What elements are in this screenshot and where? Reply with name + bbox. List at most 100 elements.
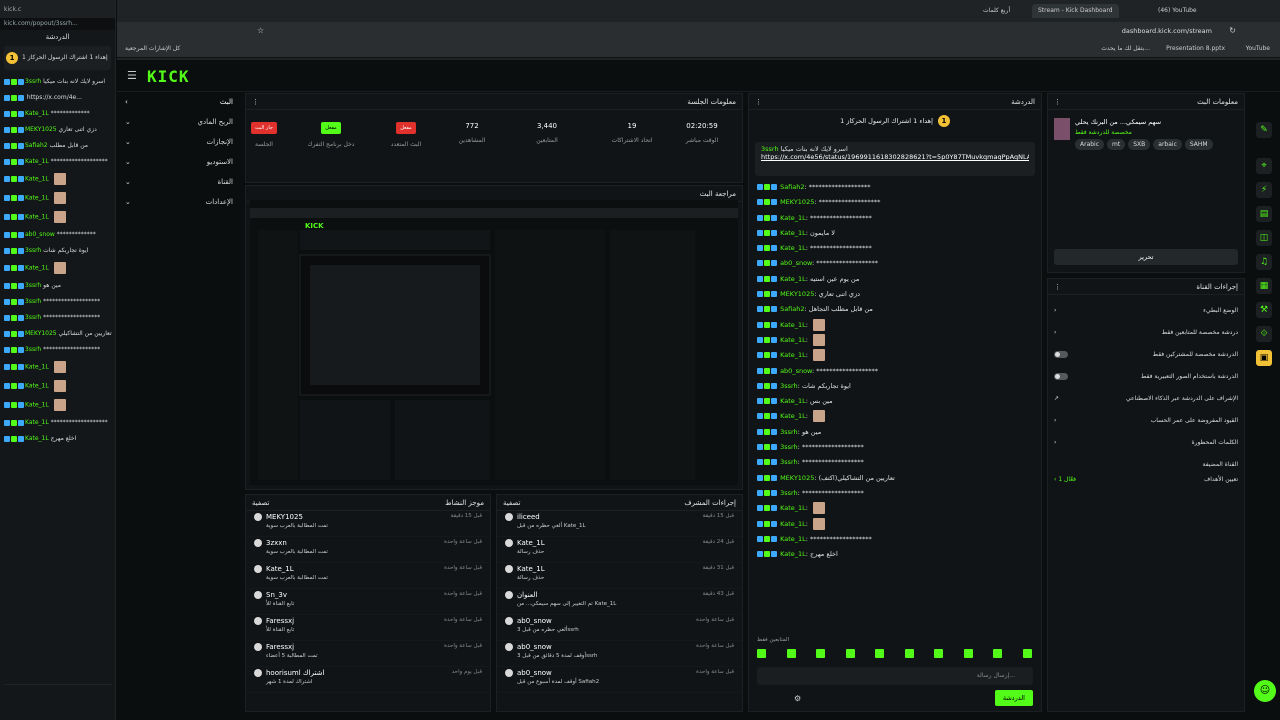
- mod-row[interactable]: Kate_1L حذف رسالة قبل 31 دقيقة: [497, 563, 742, 589]
- chat-pinned-gift[interactable]: إهداء 1 اشتراك الرسول الحركاز 11: [749, 110, 1041, 132]
- bookmarks-folder[interactable]: كل الإشارات المرجعية: [125, 45, 180, 52]
- mod-row[interactable]: ab0_snow ألغي حظره من قبل 3ssrh قبل ساعة و…: [497, 615, 742, 641]
- bolt-icon[interactable]: ⚡: [1256, 182, 1272, 198]
- support-chat-icon[interactable]: ☺: [1254, 680, 1276, 702]
- wrench-icon[interactable]: ⚒: [1256, 302, 1272, 318]
- chat-message[interactable]: 3ssrh: مين هو: [749, 425, 1041, 440]
- emote-icon[interactable]: [993, 649, 1003, 658]
- chat-message[interactable]: Kate_1L: *******************: [749, 211, 1041, 226]
- emote-icon[interactable]: [1022, 649, 1032, 658]
- emote-icon[interactable]: [845, 649, 855, 658]
- chat-pinned-message[interactable]: 3ssrh اسرو لايك لانه بنات ميكيا https://…: [755, 142, 1035, 176]
- popout-input-area[interactable]: [4, 684, 112, 716]
- share-icon[interactable]: ⟐: [1256, 326, 1272, 342]
- chat-message[interactable]: Kate_1L:: [749, 348, 1041, 363]
- edit-icon[interactable]: ✎: [1256, 122, 1272, 138]
- chat-message[interactable]: Kate_1L: *******************: [749, 532, 1041, 547]
- tab-arba-kalimat[interactable]: أربع كلمات: [977, 4, 1016, 18]
- emote-bar[interactable]: [757, 649, 1033, 661]
- camera-icon[interactable]: ⌖: [1256, 158, 1272, 174]
- channel-actions-menu-icon[interactable]: ⋮: [1054, 283, 1061, 291]
- activity-row[interactable]: MEKY1025 تمت المطالبة بالعرب سوية قبل 15 د…: [246, 511, 490, 537]
- chat-message[interactable]: Kate_1L:: [749, 501, 1041, 516]
- popout-message[interactable]: Kate_1L *************: [0, 109, 115, 118]
- chat-message[interactable]: Safiah2: من قابل مطلب التجاهل: [749, 302, 1041, 317]
- gear-icon[interactable]: ⚙: [794, 694, 801, 703]
- chat-send-button[interactable]: الدردشة: [994, 690, 1033, 706]
- pinned-link[interactable]: https://x.com/4e56/status/19699116183028…: [761, 153, 1029, 161]
- chat-message[interactable]: ab0_snow: *******************: [749, 256, 1041, 271]
- external-link-icon[interactable]: ↗: [1054, 395, 1059, 402]
- wave-icon[interactable]: ♫: [1256, 254, 1272, 270]
- chat-message[interactable]: ab0_snow: *******************: [749, 364, 1041, 379]
- chat-message[interactable]: Kate_1L:: [749, 409, 1041, 424]
- nav-item-0[interactable]: ‹ البث: [117, 92, 241, 112]
- chat-message[interactable]: Kate_1L:: [749, 318, 1041, 333]
- chat-message[interactable]: Safiah2: *******************: [749, 180, 1041, 195]
- address-input[interactable]: dashboard.kick.com/stream: [1122, 27, 1212, 35]
- activity-row[interactable]: Faressxj تابع القناة للأ قبل ساعة واحدة: [246, 615, 490, 641]
- live-status[interactable]: جار البث الجلسة: [234, 122, 294, 148]
- mod-filter-button[interactable]: تصفية: [503, 499, 520, 507]
- activity-filter-button[interactable]: تصفية: [252, 499, 269, 507]
- emote-icon[interactable]: [816, 649, 826, 658]
- mod-row[interactable]: ab0_snow أوقف لمدة أسبوع من قبل Safiah2 قب…: [497, 667, 742, 693]
- grid-icon[interactable]: ▦: [1256, 278, 1272, 294]
- bookmark-x[interactable]: بتقل لك ما يحدث...: [1101, 45, 1150, 52]
- session-info-menu-icon[interactable]: ⋮: [252, 98, 259, 106]
- channel-action-row[interactable]: الدردشة باستخدام الصور التعبيرية فقط: [1048, 365, 1244, 387]
- channel-action-row[interactable]: › الوضع البطيء: [1048, 299, 1244, 321]
- nav-item-4[interactable]: ⌄ القناة: [117, 172, 241, 192]
- reload-icon[interactable]: ↻: [1229, 26, 1236, 35]
- stream-category[interactable]: مخصصة للدردشة فقط: [1075, 129, 1216, 136]
- chat-message[interactable]: 3ssrh: ايوة تجاربكم شات: [749, 379, 1041, 394]
- nav-item-1[interactable]: ⌄ الربح المادي: [117, 112, 241, 132]
- channel-action-row[interactable]: › دردشة مخصصة للمتابعين فقط: [1048, 321, 1244, 343]
- popout-message[interactable]: Kate_1L اخلع مهرج: [0, 434, 115, 443]
- popout-message[interactable]: Kate_1L *******************: [0, 418, 115, 427]
- stream-preview-video[interactable]: KICK: [250, 200, 738, 485]
- tab-kick-dashboard[interactable]: Stream - Kick Dashboard: [1032, 4, 1119, 18]
- activity-row[interactable]: Kate_1L تمت المطالبة بالعرب سوية قبل ساعة …: [246, 563, 490, 589]
- gift-icon[interactable]: ▣: [1256, 350, 1272, 366]
- star-icon[interactable]: ☆: [257, 26, 264, 35]
- popout-message[interactable]: Kate_1L: [0, 211, 115, 223]
- popout-message[interactable]: 3ssrh اسرو لايك لانه بنات ميكيا: [0, 77, 115, 86]
- popout-message[interactable]: 3ssrh *******************: [0, 313, 115, 322]
- popout-message[interactable]: MEKY1025 دزي اتنى تعاري: [0, 125, 115, 134]
- popout-message[interactable]: 3ssrh ايوة تجاربكم شات: [0, 246, 115, 255]
- emote-icon[interactable]: [875, 649, 885, 658]
- toggle-switch[interactable]: [1054, 372, 1068, 380]
- emote-icon[interactable]: [904, 649, 914, 658]
- mod-row[interactable]: Kate_1L حذف رسالة قبل 24 دقيقة: [497, 537, 742, 563]
- popout-url[interactable]: kick.com/popout/3ssrh...: [0, 18, 115, 30]
- bookmark-presentation[interactable]: Presentation 8.pptx: [1166, 45, 1225, 52]
- edit-stream-button[interactable]: تحرير: [1054, 249, 1238, 265]
- stream-info-menu-icon[interactable]: ⋮: [1054, 98, 1061, 106]
- popout-message[interactable]: 3ssrh *******************: [0, 297, 115, 306]
- nav-item-5[interactable]: ⌄ الإعدادات: [117, 192, 241, 212]
- channel-action-row[interactable]: ↗ الإشراف على الدردشة عبر الذكاء الاصطناع…: [1048, 387, 1244, 409]
- toggle-switch[interactable]: [1054, 350, 1068, 358]
- activity-row[interactable]: 3zxxn تمت المطالبة بالعرب سوية قبل ساعة وا…: [246, 537, 490, 563]
- chat-message[interactable]: MEKY1025: دزي اتنى تعاري: [749, 287, 1041, 302]
- popout-message[interactable]: Kate_1L: [0, 399, 115, 411]
- chat-message[interactable]: Kate_1L:: [749, 517, 1041, 532]
- chat-message[interactable]: MEKY1025: تعاريين من التشاكيلي(اكتف): [749, 471, 1041, 486]
- popout-message[interactable]: Kate_1L: [0, 361, 115, 373]
- channel-action-row[interactable]: › القيود المفروضة على عمر الحساب: [1048, 409, 1244, 431]
- popout-message[interactable]: Safiah2 من قابل مطلب: [0, 141, 115, 150]
- nav-item-2[interactable]: ⌄ الإنجازات: [117, 132, 241, 152]
- popout-message[interactable]: MEKY1025 تعاريين من التشاكيلي: [0, 329, 115, 338]
- chat-message[interactable]: Kate_1L: اخلع مهرج: [749, 547, 1041, 562]
- mod-row[interactable]: iliceed ألغي حظره من قبل Kate_1L قبل 15 دق…: [497, 511, 742, 537]
- chevron-right-icon[interactable]: ›: [1054, 307, 1056, 314]
- multistream-status[interactable]: مفعل البث المتعدد: [376, 122, 436, 148]
- affiliate-status[interactable]: مفعل دخل برنامج التفرك: [301, 122, 361, 148]
- popout-message[interactable]: Kate_1L *******************: [0, 157, 115, 166]
- popout-message[interactable]: Kate_1L: [0, 192, 115, 204]
- kick-logo[interactable]: KICK: [147, 67, 190, 86]
- menu-icon[interactable]: ☰: [127, 69, 137, 82]
- mod-row[interactable]: ab0_snow أوقف لمدة 5 دقائق من قبل 3ssrh قب…: [497, 641, 742, 667]
- activity-row[interactable]: Sn_3v تابع القناة للأ قبل ساعة واحدة: [246, 589, 490, 615]
